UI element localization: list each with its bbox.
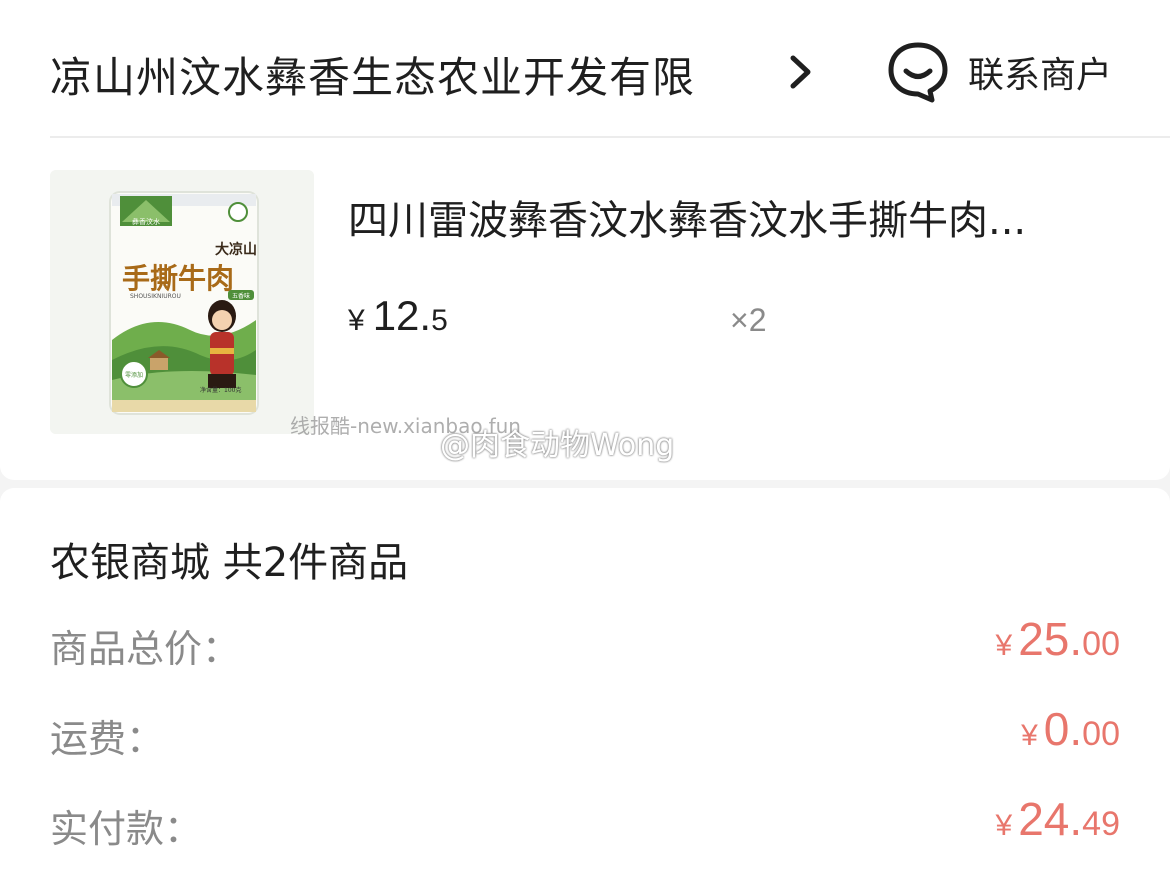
product-quantity: ×2 — [730, 302, 767, 338]
price-integer: 12. — [372, 292, 432, 339]
order-item-card: 凉山州汶水彝香生态农业开发有限 联系商户 彝香汶水 大凉山 手撕牛肉 SHOUS… — [0, 0, 1170, 480]
product-thumbnail[interactable]: 彝香汶水 大凉山 手撕牛肉 SHOUSIKNIUROU 五香味 零添加 净含量：… — [50, 170, 314, 434]
shipping-integer: 0. — [1043, 703, 1083, 755]
user-watermark: @肉食动物Wong — [440, 428, 675, 463]
package-flavor-text: 五香味 — [232, 292, 250, 300]
product-price: ¥12.5 — [348, 292, 448, 340]
paid-amount-label: 实付款： — [50, 807, 203, 851]
subtotal-label: 商品总价： — [50, 627, 241, 671]
contact-merchant-label: 联系商户 — [968, 55, 1113, 96]
shop-name[interactable]: 凉山州汶水彝香生态农业开发有限 — [50, 44, 695, 105]
product-title[interactable]: 四川雷波彝香汶水彝香汶水手撕牛肉... — [348, 188, 1108, 246]
chat-bubble-icon — [888, 42, 948, 103]
contact-merchant-button[interactable]: 联系商户 — [886, 36, 1120, 108]
subtotal-decimal: 00 — [1082, 625, 1120, 663]
shop-header[interactable]: 凉山州汶水彝香生态农业开发有限 联系商户 — [50, 36, 1120, 108]
subtotal-currency: ¥ — [995, 629, 1013, 662]
paid-currency: ¥ — [995, 809, 1013, 842]
summary-title: 农银商城 共2件商品 — [50, 540, 409, 586]
chevron-right-icon[interactable] — [786, 50, 816, 94]
shipping-row: 运费： ¥0.00 — [50, 702, 1120, 762]
package-badge-text: 零添加 — [125, 371, 143, 379]
package-brand-text: 彝香汶水 — [132, 217, 160, 226]
divider — [50, 136, 1170, 138]
paid-integer: 24. — [1018, 793, 1083, 845]
package-pinyin-text: SHOUSIKNIUROU — [130, 293, 181, 300]
shipping-decimal: 00 — [1082, 715, 1120, 753]
package-region-text: 大凉山 — [215, 241, 257, 258]
subtotal-integer: 25. — [1018, 613, 1083, 665]
order-summary-card: 农银商城 共2件商品 商品总价： ¥25.00 运费： ¥0.00 实付款： ¥… — [0, 488, 1170, 888]
shipping-value: ¥0.00 — [1021, 702, 1120, 756]
paid-decimal: 49 — [1082, 805, 1120, 843]
beef-jerky-package-image: 彝香汶水 大凉山 手撕牛肉 SHOUSIKNIUROU 五香味 零添加 净含量：… — [50, 170, 314, 434]
subtotal-value: ¥25.00 — [996, 612, 1120, 666]
shipping-currency: ¥ — [1021, 719, 1038, 752]
price-decimal: 5 — [431, 304, 448, 337]
subtotal-row: 商品总价： ¥25.00 — [50, 612, 1120, 672]
paid-amount-value: ¥24.49 — [996, 792, 1120, 846]
package-weight-text: 净含量：100克 — [200, 386, 241, 394]
shipping-label: 运费： — [50, 717, 165, 761]
paid-amount-row: 实付款： ¥24.49 — [50, 792, 1120, 852]
package-name-text: 手撕牛肉 — [122, 262, 234, 295]
price-currency: ¥ — [348, 304, 365, 337]
